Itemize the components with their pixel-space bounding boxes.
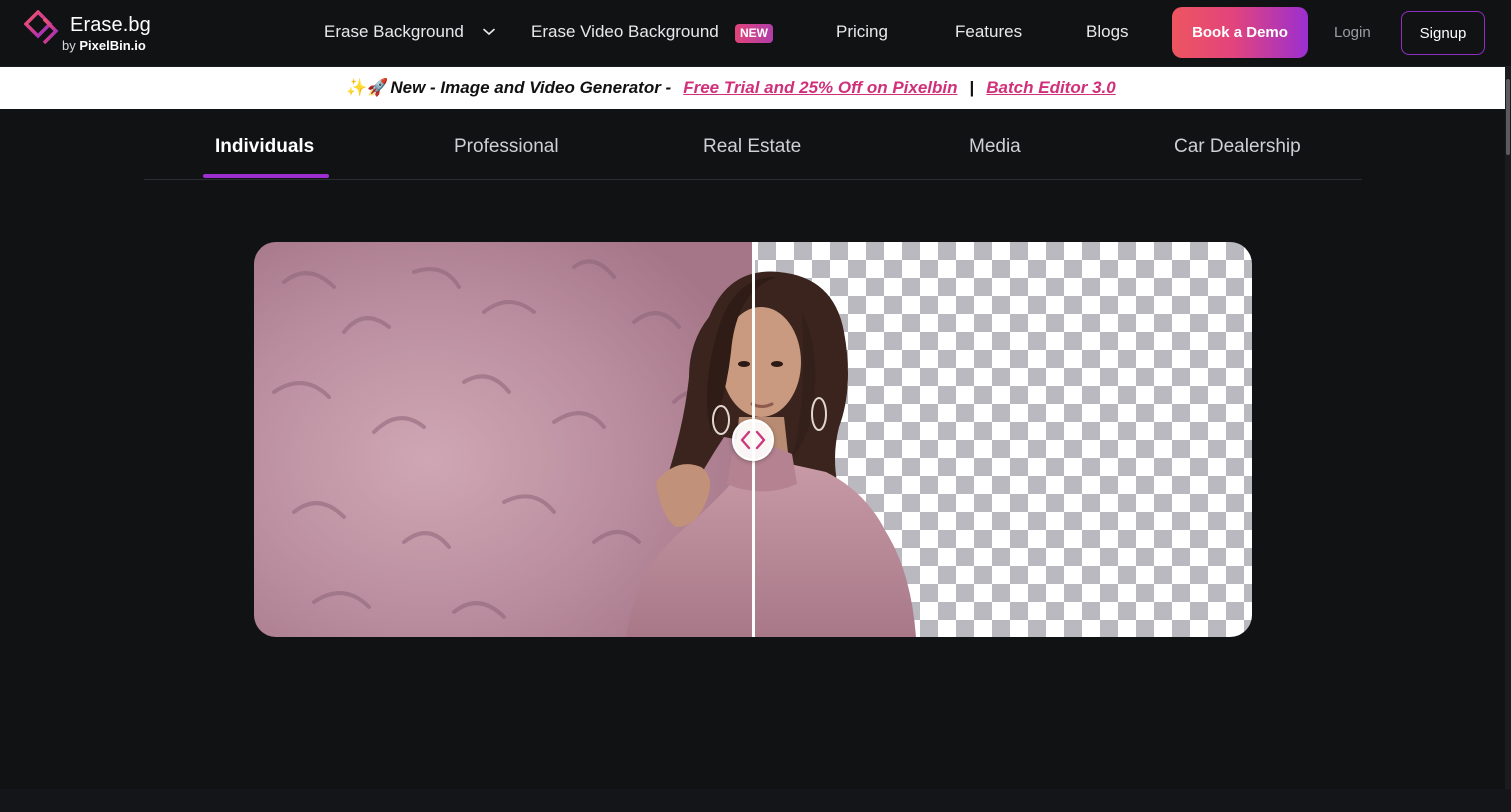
- nav-features[interactable]: Features: [955, 22, 1022, 42]
- nav-blogs[interactable]: Blogs: [1086, 22, 1129, 42]
- comparison-slider-handle[interactable]: [732, 419, 774, 461]
- login-link[interactable]: Login: [1334, 24, 1371, 41]
- logo-sub-prefix: by: [62, 38, 76, 53]
- promo-banner-content: ✨🚀 New - Image and Video Generator - Fre…: [346, 77, 1116, 99]
- diamond-logo-icon: [24, 10, 59, 44]
- active-tab-indicator: [203, 174, 329, 178]
- logo[interactable]: Erase.bg by PixelBin.io: [24, 9, 164, 57]
- promo-link-free-trial[interactable]: Free Trial and 25% Off on Pixelbin: [683, 78, 957, 98]
- tab-media[interactable]: Media: [969, 136, 1021, 158]
- book-demo-button[interactable]: Book a Demo: [1172, 7, 1308, 58]
- nav-pricing[interactable]: Pricing: [836, 22, 888, 42]
- new-badge: NEW: [735, 24, 773, 43]
- sparkle-rocket-emoji: ✨🚀: [346, 78, 389, 97]
- signup-button[interactable]: Signup: [1401, 11, 1485, 55]
- logo-sub-brand: PixelBin.io: [79, 38, 146, 53]
- section-bottom-band: [0, 789, 1511, 812]
- logo-subtitle: by PixelBin.io: [62, 38, 146, 53]
- site-header: Erase.bg by PixelBin.io Erase Background…: [0, 0, 1511, 67]
- promo-banner: ✨🚀 New - Image and Video Generator - Fre…: [0, 67, 1505, 109]
- nav-erase-background[interactable]: Erase Background: [324, 22, 464, 42]
- tab-real-estate[interactable]: Real Estate: [703, 136, 801, 158]
- nav-erase-video-background[interactable]: Erase Video Background: [531, 22, 719, 42]
- logo-title: Erase.bg: [70, 14, 151, 36]
- promo-link-batch-editor[interactable]: Batch Editor 3.0: [986, 78, 1115, 98]
- promo-text: New - Image and Video Generator -: [390, 78, 672, 97]
- chevron-down-icon[interactable]: [483, 28, 495, 36]
- before-after-comparison[interactable]: [254, 242, 1252, 637]
- promo-separator: |: [969, 78, 975, 97]
- tab-car-dealership[interactable]: Car Dealership: [1174, 136, 1301, 158]
- page-scrollbar[interactable]: [1505, 67, 1511, 789]
- arrows-left-right-icon: [740, 430, 766, 450]
- category-tabs: Individuals Professional Real Estate Med…: [144, 109, 1362, 180]
- scrollbar-thumb[interactable]: [1506, 79, 1510, 155]
- tab-individuals[interactable]: Individuals: [215, 136, 314, 158]
- tab-professional[interactable]: Professional: [454, 136, 559, 158]
